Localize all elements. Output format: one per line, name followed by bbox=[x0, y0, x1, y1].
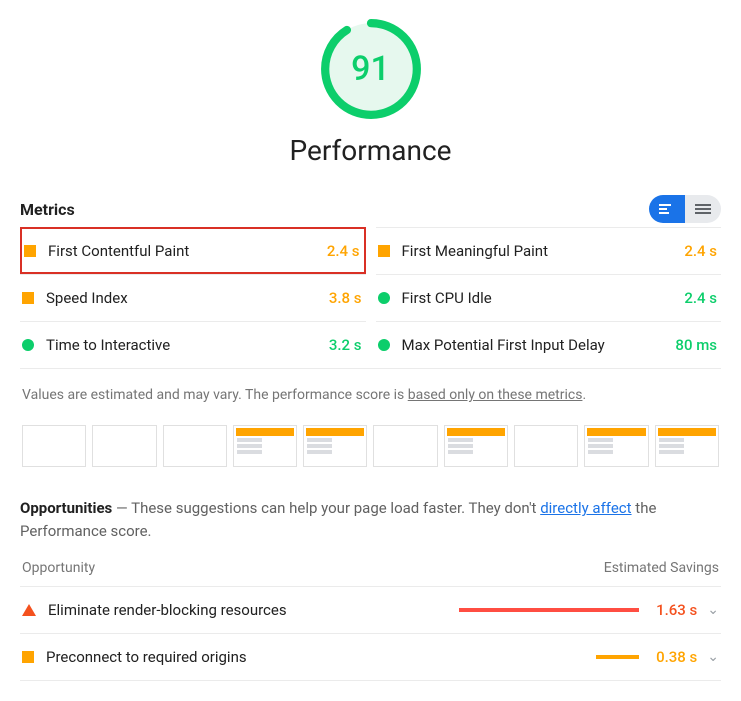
filmstrip-frame bbox=[444, 425, 508, 467]
opportunity-row[interactable]: Preconnect to required origins 0.38 s ⌄ bbox=[20, 634, 721, 681]
savings-bar-fill bbox=[459, 608, 639, 612]
filmstrip-frame bbox=[92, 425, 156, 467]
score-label: Performance bbox=[20, 134, 721, 167]
view-toggle-compact[interactable] bbox=[649, 195, 685, 223]
metric-value: 2.4 s bbox=[684, 242, 717, 260]
metric-value: 2.4 s bbox=[327, 242, 360, 260]
divider bbox=[20, 368, 721, 369]
chevron-down-icon: ⌄ bbox=[707, 602, 719, 618]
opportunity-name: Eliminate render-blocking resources bbox=[48, 601, 287, 619]
filmstrip-frame bbox=[373, 425, 437, 467]
metrics-grid: First Contentful Paint 2.4 s First Meani… bbox=[20, 227, 721, 368]
score-gauge: 91 bbox=[316, 14, 426, 124]
savings-bar bbox=[459, 655, 639, 659]
dash: — bbox=[112, 499, 131, 517]
metric-name: Max Potential First Input Delay bbox=[402, 336, 605, 354]
opportunity-name: Preconnect to required origins bbox=[46, 648, 247, 666]
metric-row[interactable]: Speed Index 3.8 s bbox=[20, 274, 366, 321]
opportunity-row[interactable]: Eliminate render-blocking resources 1.63… bbox=[20, 587, 721, 634]
metric-name: Speed Index bbox=[46, 289, 128, 307]
footnote-suffix: . bbox=[582, 387, 586, 403]
metric-row[interactable]: First Contentful Paint 2.4 s bbox=[20, 227, 366, 274]
circle-icon bbox=[378, 292, 390, 304]
bars-short-icon bbox=[659, 203, 675, 215]
savings-bar bbox=[459, 608, 639, 612]
square-icon bbox=[378, 245, 390, 257]
filmstrip-frame bbox=[655, 425, 719, 467]
metric-value: 3.2 s bbox=[329, 336, 362, 354]
square-icon bbox=[24, 245, 36, 257]
metric-name: First Contentful Paint bbox=[48, 242, 189, 260]
chevron-down-icon: ⌄ bbox=[707, 649, 719, 665]
metric-name: Time to Interactive bbox=[46, 336, 170, 354]
filmstrip-frame bbox=[22, 425, 86, 467]
metrics-footnote: Values are estimated and may vary. The p… bbox=[22, 387, 719, 403]
filmstrip-frame bbox=[233, 425, 297, 467]
metric-value: 2.4 s bbox=[684, 289, 717, 307]
metric-name: First CPU Idle bbox=[402, 289, 492, 307]
filmstrip-frame bbox=[584, 425, 648, 467]
metric-name: First Meaningful Paint bbox=[402, 242, 548, 260]
filmstrip-frame bbox=[514, 425, 578, 467]
savings-value: 1.63 s bbox=[649, 601, 697, 619]
bars-full-icon bbox=[695, 203, 711, 215]
filmstrip-frame bbox=[163, 425, 227, 467]
metric-row[interactable]: First Meaningful Paint 2.4 s bbox=[376, 227, 722, 274]
square-icon bbox=[22, 292, 34, 304]
score-value: 91 bbox=[316, 14, 426, 124]
col-savings: Estimated Savings bbox=[604, 560, 719, 576]
square-icon bbox=[22, 651, 34, 663]
metric-row[interactable]: First CPU Idle 2.4 s bbox=[376, 274, 722, 321]
opportunities-intro: Opportunities — These suggestions can he… bbox=[20, 497, 721, 542]
circle-icon bbox=[22, 339, 34, 351]
metric-row[interactable]: Time to Interactive 3.2 s bbox=[20, 321, 366, 368]
triangle-icon bbox=[22, 604, 36, 616]
circle-icon bbox=[378, 339, 390, 351]
filmstrip-frame bbox=[303, 425, 367, 467]
col-opportunity: Opportunity bbox=[22, 560, 95, 576]
filmstrip bbox=[20, 425, 721, 467]
opportunities-header-row: Opportunity Estimated Savings bbox=[20, 560, 721, 587]
footnote-link[interactable]: based only on these metrics bbox=[408, 387, 583, 403]
intro-text: These suggestions can help your page loa… bbox=[131, 499, 540, 517]
footnote-text: Values are estimated and may vary. The p… bbox=[22, 387, 408, 403]
metric-row[interactable]: Max Potential First Input Delay 80 ms bbox=[376, 321, 722, 368]
metric-value: 3.8 s bbox=[329, 289, 362, 307]
savings-value: 0.38 s bbox=[649, 648, 697, 666]
opportunities-label: Opportunities bbox=[20, 499, 112, 517]
opportunities-learn-link[interactable]: directly affect bbox=[540, 499, 631, 517]
performance-score: 91 Performance bbox=[20, 14, 721, 167]
view-toggle-expanded[interactable] bbox=[685, 195, 721, 223]
view-toggle-group bbox=[649, 195, 721, 223]
savings-bar-fill bbox=[596, 655, 639, 659]
metric-value: 80 ms bbox=[675, 336, 717, 354]
metrics-heading: Metrics bbox=[20, 200, 75, 219]
